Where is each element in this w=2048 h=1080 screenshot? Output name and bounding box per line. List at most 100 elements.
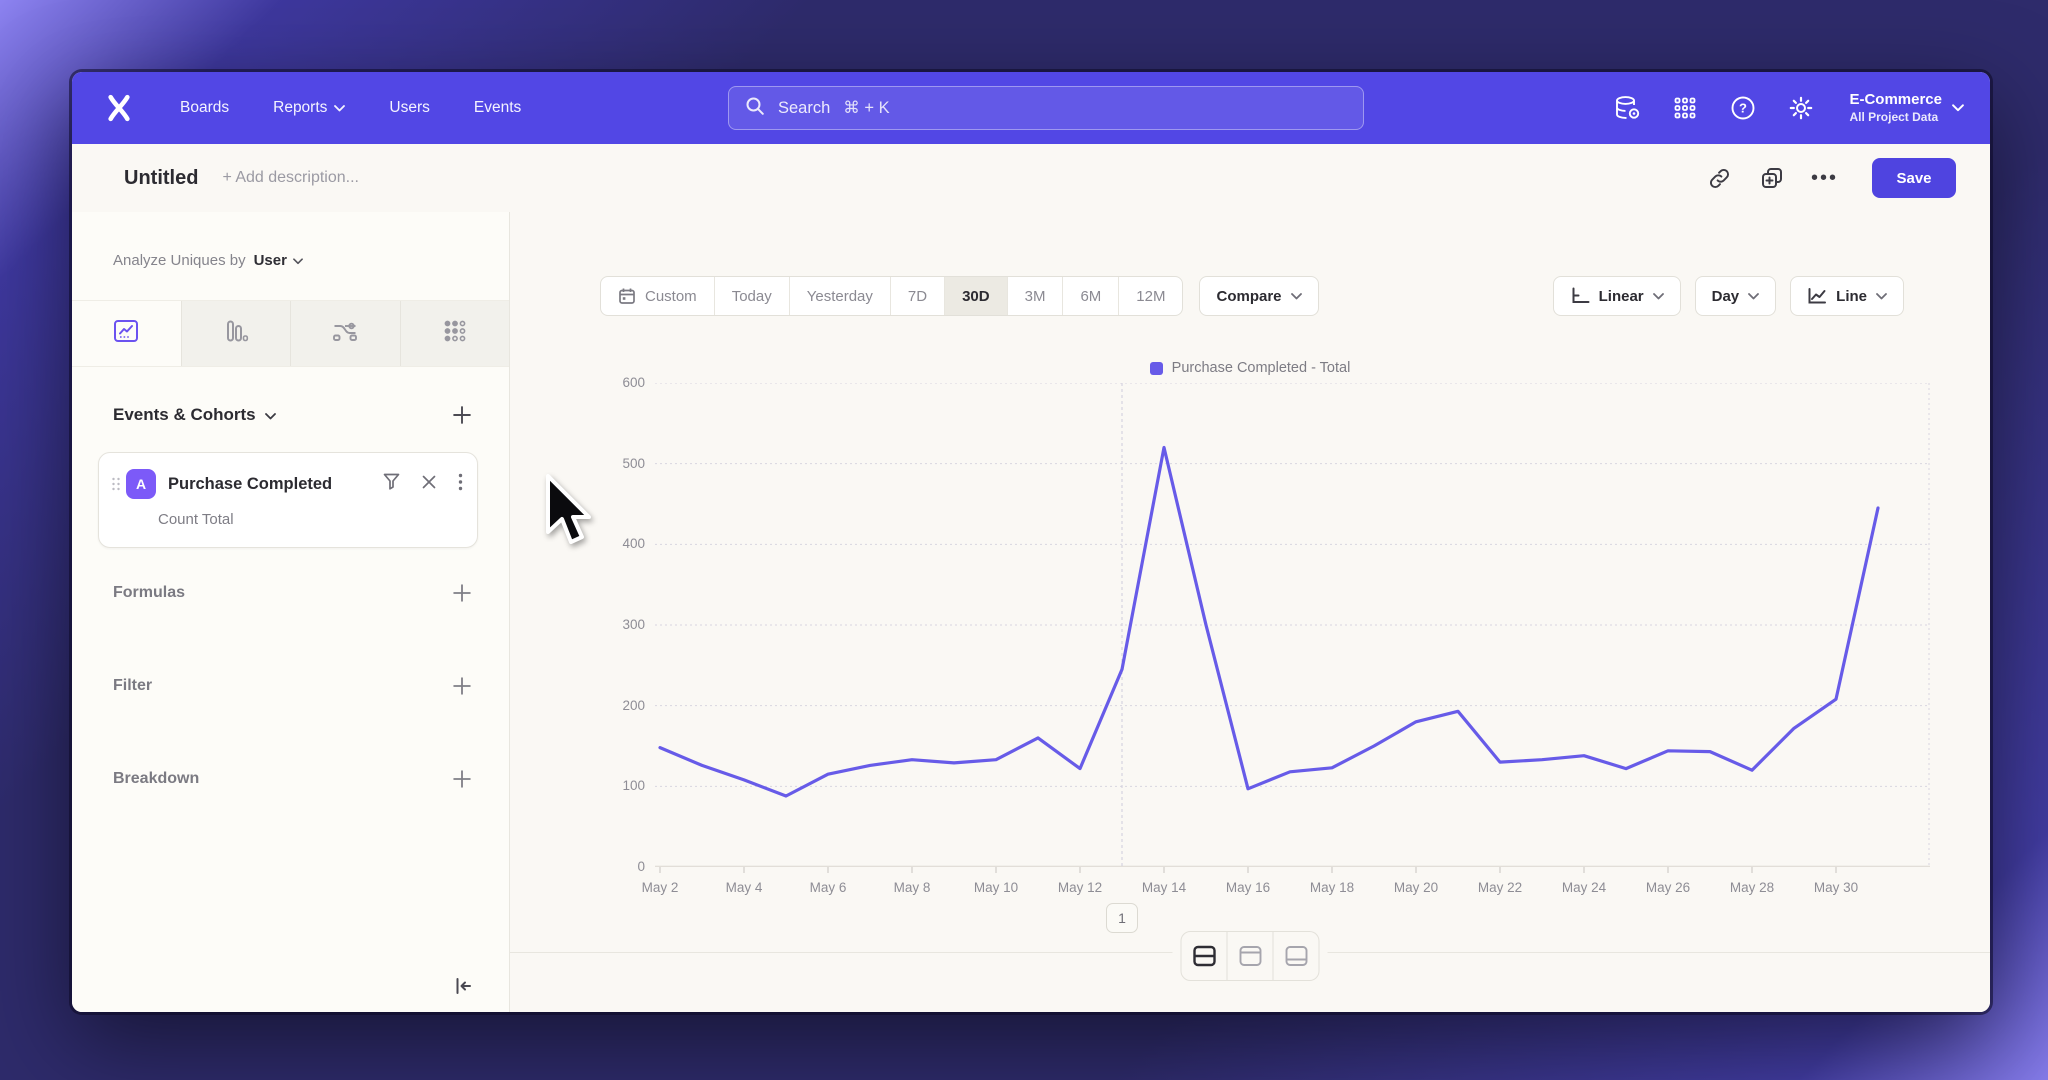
chevron-down-icon	[1653, 293, 1664, 300]
range-custom[interactable]: Custom	[601, 277, 714, 315]
linear-axis-icon	[1570, 287, 1590, 305]
filter-funnel-icon[interactable]	[383, 473, 400, 495]
query-sidebar: Analyze Uniques by User Events & Cohorts	[72, 212, 510, 1012]
duplicate-icon[interactable]	[1759, 165, 1785, 191]
chevron-down-icon	[334, 99, 345, 117]
tab-insights[interactable]	[72, 301, 181, 366]
add-filter-button[interactable]	[453, 677, 471, 695]
x-axis-label: May 4	[726, 880, 763, 895]
collapse-sidebar-icon[interactable]	[453, 976, 473, 996]
project-switcher[interactable]: E-Commerce All Project Data	[1849, 91, 1964, 125]
settings-gear-icon[interactable]	[1787, 94, 1815, 122]
help-icon[interactable]: ?	[1729, 94, 1757, 122]
add-description-field[interactable]: + Add description...	[222, 169, 359, 187]
nav-item-users[interactable]: Users	[389, 99, 429, 117]
save-button[interactable]: Save	[1872, 158, 1956, 198]
range-7d[interactable]: 7D	[890, 277, 944, 315]
analyze-label: Analyze Uniques by	[113, 252, 246, 269]
kebab-menu-icon[interactable]	[458, 473, 463, 496]
x-axis-label: May 28	[1730, 880, 1774, 895]
interval-dropdown[interactable]: Day	[1695, 276, 1777, 316]
search-input[interactable]: Search ⌘ + K	[728, 86, 1364, 130]
x-axis-label: May 20	[1394, 880, 1438, 895]
analyze-by-dropdown[interactable]: User	[254, 252, 303, 269]
x-axis-label: May 12	[1058, 880, 1102, 895]
y-axis-label: 200	[622, 698, 645, 713]
line-chart	[655, 383, 1930, 875]
date-range-picker: Custom Today Yesterday 7D 30D 3M 6M 12M	[600, 276, 1183, 316]
range-yesterday[interactable]: Yesterday	[789, 277, 890, 315]
event-card[interactable]: A Purchase Completed Count Total	[98, 452, 478, 548]
mixpanel-logo-icon[interactable]	[102, 91, 136, 125]
x-axis-label: May 6	[810, 880, 847, 895]
filter-label: Filter	[113, 677, 152, 695]
report-type-tabs	[72, 300, 509, 367]
chart-legend: Purchase Completed - Total	[510, 360, 1990, 376]
chart-canvas: Custom Today Yesterday 7D 30D 3M 6M 12M …	[510, 212, 1990, 1012]
more-options-button[interactable]: •••	[1811, 173, 1838, 183]
chevron-down-icon	[1952, 99, 1964, 117]
compare-button[interactable]: Compare	[1199, 276, 1318, 316]
legend-label: Purchase Completed - Total	[1172, 360, 1351, 376]
retention-grid-icon	[443, 319, 467, 348]
tab-flows[interactable]	[290, 301, 400, 366]
tab-funnels[interactable]	[181, 301, 291, 366]
event-name[interactable]: Purchase Completed	[168, 475, 383, 494]
chart-type-dropdown[interactable]: Line	[1790, 276, 1904, 316]
events-cohorts-header[interactable]: Events & Cohorts	[113, 405, 276, 425]
layout-bottom-icon[interactable]	[1274, 931, 1320, 981]
chevron-down-icon	[1876, 293, 1887, 300]
formulas-label: Formulas	[113, 584, 185, 602]
layout-split-icon[interactable]	[1181, 931, 1228, 981]
range-3m[interactable]: 3M	[1007, 277, 1063, 315]
y-axis-label: 600	[622, 375, 645, 390]
x-axis-label: May 26	[1646, 880, 1690, 895]
search-icon	[745, 96, 765, 121]
y-axis-label: 300	[622, 617, 645, 632]
legend-swatch	[1150, 362, 1163, 375]
x-axis-label: May 10	[974, 880, 1018, 895]
breakdown-label: Breakdown	[113, 770, 199, 788]
x-axis-label: May 16	[1226, 880, 1270, 895]
nav-item-reports[interactable]: Reports	[273, 99, 345, 117]
layout-top-icon[interactable]	[1228, 931, 1274, 981]
insights-chart-icon	[113, 319, 139, 348]
chart-height-toggle	[1173, 931, 1328, 981]
chevron-down-icon	[1748, 293, 1759, 300]
copy-link-icon[interactable]	[1707, 165, 1733, 191]
remove-event-icon[interactable]	[422, 475, 436, 494]
chevron-down-icon	[265, 405, 276, 425]
bar-chart-icon	[223, 319, 249, 348]
y-axis-label: 500	[622, 456, 645, 471]
nav-item-events[interactable]: Events	[474, 99, 521, 117]
y-axis-label: 400	[622, 536, 645, 551]
tab-retention[interactable]	[400, 301, 510, 366]
top-nav: Boards Reports Users Events Search ⌘ + K…	[72, 72, 1990, 144]
data-management-icon[interactable]	[1613, 94, 1641, 122]
x-axis-label: May 14	[1142, 880, 1186, 895]
apps-grid-icon[interactable]	[1671, 94, 1699, 122]
report-title[interactable]: Untitled	[124, 167, 198, 190]
add-breakdown-button[interactable]	[453, 770, 471, 788]
add-event-button[interactable]	[453, 406, 471, 424]
range-today[interactable]: Today	[714, 277, 789, 315]
line-chart-plot[interactable]	[655, 383, 1930, 875]
annotation-badge[interactable]: 1	[1106, 903, 1138, 933]
y-axis-label: 0	[637, 859, 645, 874]
range-6m[interactable]: 6M	[1062, 277, 1118, 315]
range-12m[interactable]: 12M	[1118, 277, 1182, 315]
event-series-badge: A	[126, 469, 156, 499]
range-30d[interactable]: 30D	[944, 277, 1007, 315]
scale-dropdown[interactable]: Linear	[1553, 276, 1681, 316]
add-formula-button[interactable]	[453, 584, 471, 602]
app-window: Boards Reports Users Events Search ⌘ + K…	[72, 72, 1990, 1012]
x-axis-label: May 24	[1562, 880, 1606, 895]
x-axis-label: May 18	[1310, 880, 1354, 895]
calendar-icon	[618, 287, 636, 305]
search-placeholder: Search	[778, 99, 830, 118]
mouse-cursor	[536, 470, 600, 556]
project-scope: All Project Data	[1849, 110, 1942, 125]
event-aggregation[interactable]: Count Total	[158, 511, 234, 528]
drag-handle-icon[interactable]	[109, 476, 123, 492]
nav-item-boards[interactable]: Boards	[180, 99, 229, 117]
